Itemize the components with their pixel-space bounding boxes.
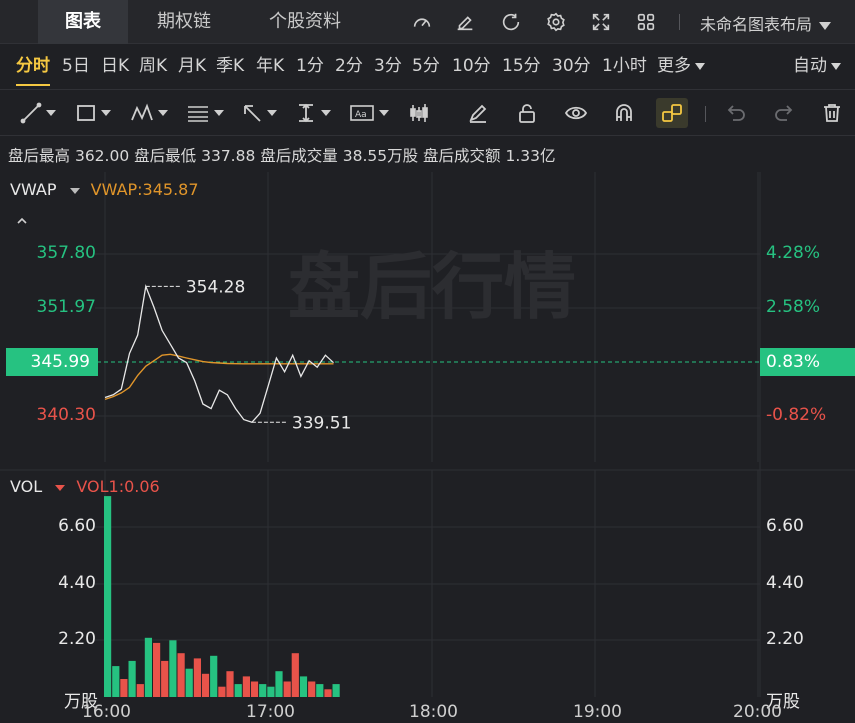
volume-bar [332, 684, 340, 697]
vol-value: VOL1:0.06 [76, 477, 160, 496]
caret-down-icon [55, 484, 66, 491]
x-label-2000: 20:00 [733, 702, 782, 722]
volume-bar [291, 653, 299, 697]
volume-bar [234, 684, 242, 697]
volume-bar [308, 681, 316, 697]
volume-bar [210, 655, 218, 697]
current-price-tag: 345.99 [6, 348, 98, 376]
volume-bar [169, 640, 177, 697]
chart-app: { "tabs": ["图表", "期权链", "个股资料"], "layout… [0, 0, 855, 723]
volume-bar [112, 666, 120, 697]
volume-bar [128, 660, 136, 697]
collapse-icon[interactable] [16, 212, 28, 224]
volume-bar [259, 684, 267, 697]
volume-bar [201, 673, 210, 697]
volume-bars [104, 496, 340, 697]
volume-bar [283, 681, 291, 697]
volume-bar [218, 686, 226, 697]
vol-y-left-2: 4.40 [58, 573, 96, 593]
volume-bar [153, 642, 161, 697]
x-label-1800: 18:00 [409, 702, 458, 722]
vwap-indicator[interactable]: VWAP VWAP:345.87 [10, 180, 199, 199]
volume-bar [144, 637, 152, 697]
y-left-4: 340.30 [36, 405, 96, 425]
caret-down-icon [69, 187, 80, 194]
x-label-1600: 16:00 [82, 702, 131, 722]
volume-bar [226, 671, 234, 697]
volume-bar [324, 689, 332, 697]
vol-y-left-1: 6.60 [58, 516, 96, 536]
chart-canvas[interactable]: 盘后行情 354.28 339.51 [0, 0, 855, 723]
volume-bar [161, 660, 169, 697]
vol-indicator[interactable]: VOL VOL1:0.06 [10, 477, 160, 496]
volume-bar [250, 681, 259, 697]
volume-bar [136, 684, 144, 697]
y-left-1: 357.80 [36, 243, 96, 263]
vol-y-right-2: 4.40 [766, 573, 804, 593]
low-marker: 339.51 [292, 413, 351, 433]
volume-bar [177, 653, 185, 697]
y-right-1: 4.28% [766, 243, 821, 263]
volume-bar [120, 679, 128, 697]
vol-y-left-3: 2.20 [58, 629, 96, 649]
volume-bar [267, 686, 275, 697]
vol-y-right-1: 6.60 [766, 516, 804, 536]
vol-y-right-3: 2.20 [766, 629, 804, 649]
volume-bar [185, 668, 193, 697]
volume-bar [299, 676, 308, 697]
vwap-line [104, 353, 334, 401]
volume-bar [193, 658, 201, 697]
x-label-1700: 17:00 [246, 702, 295, 722]
vwap-value: VWAP:345.87 [90, 180, 199, 199]
y-right-4: -0.82% [766, 405, 827, 425]
y-left-2: 351.97 [36, 297, 96, 317]
volume-bar [275, 671, 283, 697]
volume-bar [242, 676, 250, 697]
y-right-2: 2.58% [766, 297, 821, 317]
x-label-1900: 19:00 [573, 702, 622, 722]
volume-bar [316, 684, 324, 697]
watermark: 盘后行情 [288, 245, 576, 329]
vol-name: VOL [10, 477, 43, 496]
current-pct-tag: 0.83% [760, 348, 855, 376]
high-marker: 354.28 [186, 277, 245, 297]
volume-bar [104, 496, 112, 697]
vwap-name: VWAP [10, 180, 57, 199]
